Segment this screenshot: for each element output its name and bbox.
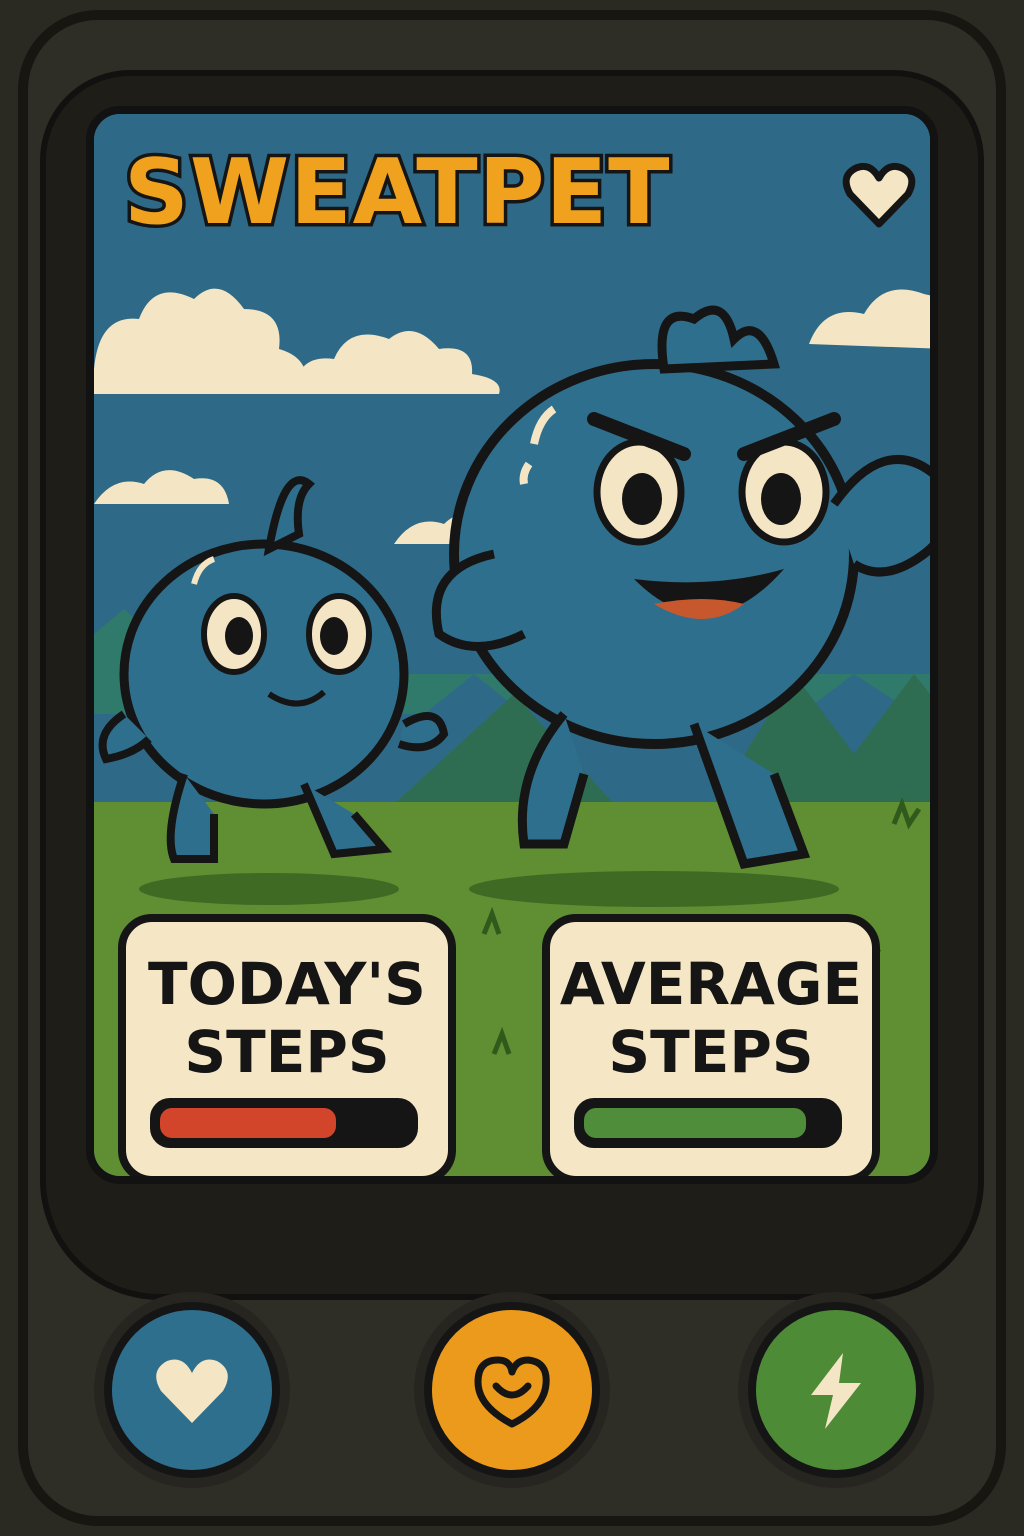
heart-icon bbox=[842, 162, 916, 228]
heart-button[interactable] bbox=[104, 1302, 280, 1478]
heart-icon bbox=[156, 1359, 228, 1423]
average-steps-label: AVERAGE STEPS bbox=[559, 950, 863, 1086]
average-steps-progress-fill bbox=[584, 1108, 807, 1138]
pet-care-button[interactable] bbox=[424, 1302, 600, 1478]
todays-steps-progress-fill bbox=[160, 1108, 337, 1138]
todays-steps-card[interactable]: TODAY'S STEPS bbox=[118, 914, 456, 1176]
average-steps-card[interactable]: AVERAGE STEPS bbox=[542, 914, 880, 1176]
todays-steps-progress-bar bbox=[150, 1098, 418, 1148]
lightning-icon bbox=[811, 1353, 861, 1429]
app-title: SWEATPET bbox=[120, 140, 672, 245]
smile-heart-icon bbox=[474, 1356, 550, 1428]
average-steps-progress-bar bbox=[574, 1098, 842, 1148]
game-screen: SWEATPET TODAY'S STEPS AVERAGE STEPS bbox=[86, 106, 938, 1184]
todays-steps-label: TODAY'S STEPS bbox=[148, 950, 426, 1086]
energy-button[interactable] bbox=[748, 1302, 924, 1478]
